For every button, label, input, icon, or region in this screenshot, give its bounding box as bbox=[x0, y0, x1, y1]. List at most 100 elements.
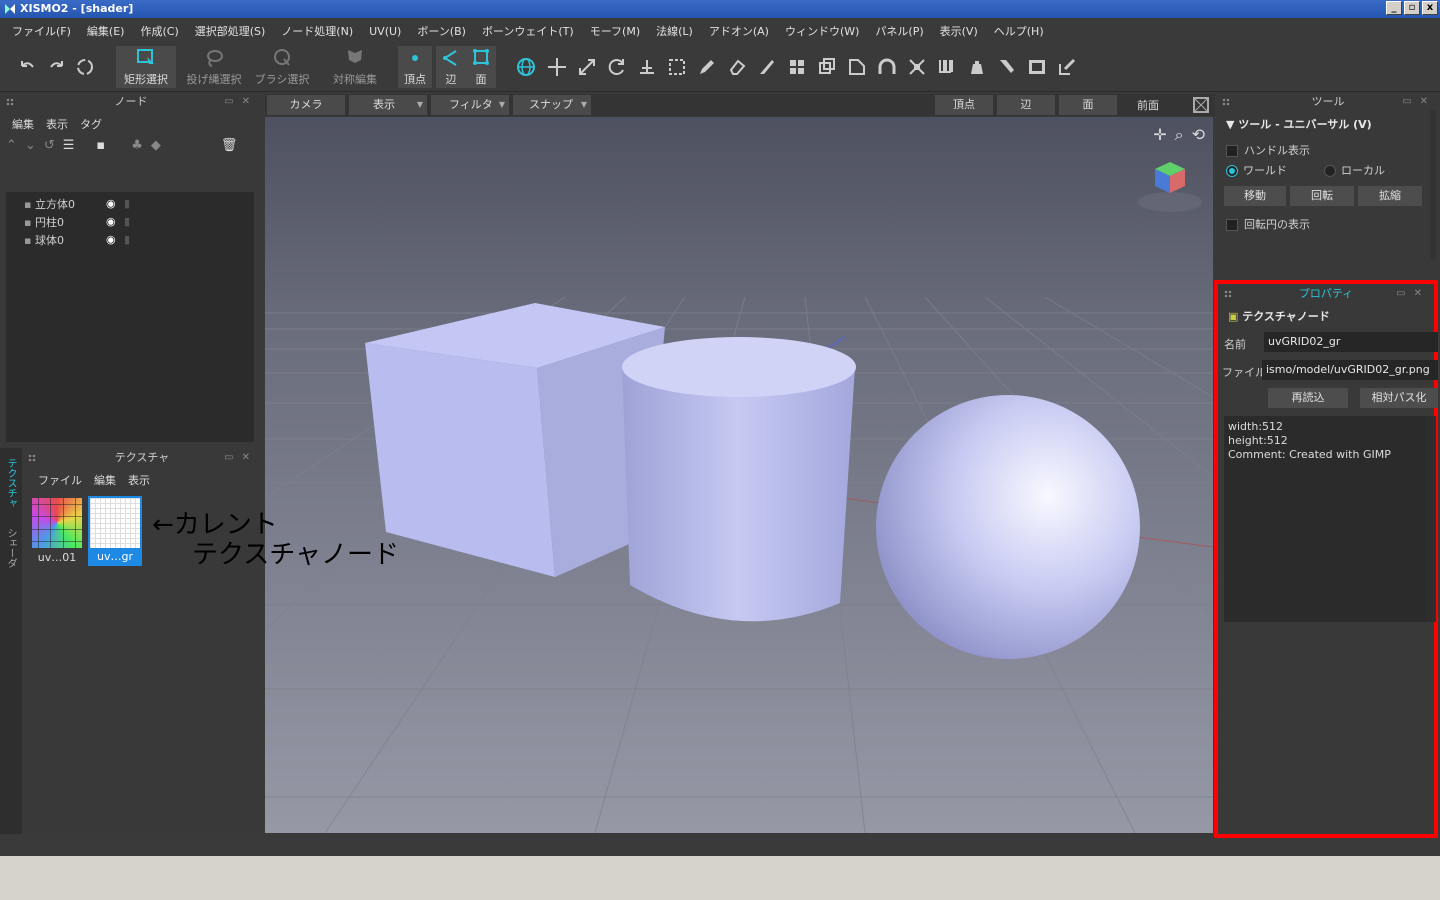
texture-menu-edit[interactable]: 編集 bbox=[88, 472, 122, 488]
redo-icon[interactable] bbox=[46, 56, 68, 78]
brush-select-button[interactable]: ブラシ選択 bbox=[252, 46, 312, 88]
lock-icon[interactable]: ▮ bbox=[124, 215, 130, 228]
arch-icon[interactable] bbox=[876, 56, 898, 78]
rotation-circle-checkbox[interactable]: 回転円の表示 bbox=[1226, 216, 1310, 232]
weight-icon[interactable] bbox=[966, 56, 988, 78]
menu-help[interactable]: ヘルプ(H) bbox=[986, 23, 1052, 39]
knife-icon[interactable] bbox=[756, 56, 778, 78]
menu-file[interactable]: ファイル(F) bbox=[4, 23, 79, 39]
menu-uv[interactable]: UV(U) bbox=[361, 25, 409, 38]
name-field[interactable]: uvGRID02_gr bbox=[1264, 332, 1438, 352]
texture-menu-view[interactable]: 表示 bbox=[122, 472, 156, 488]
view-cube-icon[interactable] bbox=[1191, 95, 1211, 115]
tool-section-header[interactable]: ▼ ツール - ユニバーサル (V) bbox=[1226, 116, 1372, 132]
close-button[interactable]: x bbox=[1422, 1, 1438, 15]
node-menu-tag[interactable]: タグ bbox=[74, 116, 108, 132]
lock-icon[interactable]: ▮ bbox=[124, 197, 130, 210]
menu-edit[interactable]: 編集(E) bbox=[79, 23, 133, 39]
panel-window-buttons[interactable]: ▭✕ bbox=[224, 448, 258, 468]
uv-icon[interactable] bbox=[936, 56, 958, 78]
panel-window-buttons[interactable]: ▭✕ bbox=[224, 92, 258, 112]
local-radio[interactable]: ローカル bbox=[1324, 162, 1385, 178]
reload-button[interactable]: 再読込 bbox=[1268, 388, 1348, 408]
group-icon[interactable]: ♣ bbox=[131, 138, 143, 156]
view-name[interactable]: 前面 bbox=[1137, 96, 1159, 116]
file-field[interactable]: ismo/model/uvGRID02_gr.png bbox=[1262, 360, 1438, 380]
film-icon[interactable] bbox=[1026, 56, 1048, 78]
node-item[interactable]: ▪ 円柱0 bbox=[24, 214, 64, 232]
undo-icon[interactable] bbox=[16, 56, 38, 78]
bevel-icon[interactable] bbox=[846, 56, 868, 78]
eraser-icon[interactable] bbox=[726, 56, 748, 78]
texture-thumb[interactable]: uv…01 bbox=[30, 498, 84, 568]
eye-icon[interactable]: ◉ bbox=[106, 197, 116, 210]
edge-mode-button[interactable]: 辺 bbox=[436, 46, 466, 88]
collapse-icon[interactable] bbox=[906, 56, 928, 78]
move-down-icon[interactable]: ⌄ bbox=[25, 138, 36, 156]
orientation-gizmo-icon[interactable] bbox=[1135, 157, 1205, 217]
merge-icon[interactable] bbox=[786, 56, 808, 78]
move-up-icon[interactable]: ⌃ bbox=[6, 138, 17, 156]
vp-edge-button[interactable]: 辺 bbox=[997, 95, 1055, 115]
tool-scrollbar[interactable] bbox=[1430, 110, 1436, 260]
menu-create[interactable]: 作成(C) bbox=[132, 23, 186, 39]
zoom-icon[interactable]: ⌕ bbox=[1175, 125, 1184, 145]
relative-path-button[interactable]: 相対パス化 bbox=[1360, 388, 1438, 408]
move-icon[interactable] bbox=[546, 56, 568, 78]
pencil-icon[interactable] bbox=[696, 56, 718, 78]
menu-window[interactable]: ウィンドウ(W) bbox=[777, 23, 867, 39]
scale-icon[interactable] bbox=[576, 56, 598, 78]
rect-select-button[interactable]: 矩形選択 bbox=[116, 46, 176, 88]
eye-icon[interactable]: ◉ bbox=[106, 215, 116, 228]
symmetry-edit-button[interactable]: 対称編集 bbox=[326, 46, 384, 88]
menu-bone[interactable]: ボーン(B) bbox=[409, 23, 474, 39]
marquee-icon[interactable] bbox=[666, 56, 688, 78]
vp-vertex-button[interactable]: 頂点 bbox=[935, 95, 993, 115]
menu-selection[interactable]: 選択部処理(S) bbox=[187, 23, 274, 39]
face-mode-button[interactable]: 面 bbox=[466, 46, 496, 88]
menu-addon[interactable]: アドオン(A) bbox=[701, 23, 777, 39]
list-icon[interactable]: ☰ bbox=[63, 138, 75, 156]
menu-panel[interactable]: パネル(P) bbox=[867, 23, 931, 39]
restore-button[interactable]: ▫ bbox=[1404, 1, 1420, 15]
camera-button[interactable]: カメラ bbox=[267, 95, 345, 115]
menu-node[interactable]: ノード処理(N) bbox=[273, 23, 361, 39]
menu-normal[interactable]: 法線(L) bbox=[648, 23, 701, 39]
texture-menu-file[interactable]: ファイル bbox=[32, 472, 88, 488]
node-item[interactable]: ▪ 立方体0 bbox=[24, 196, 75, 214]
tab-shader[interactable]: シェーダ bbox=[4, 528, 18, 568]
minimize-button[interactable]: _ bbox=[1386, 1, 1402, 15]
vp-face-button[interactable]: 面 bbox=[1059, 95, 1117, 115]
pan-icon[interactable]: ✛ bbox=[1153, 125, 1166, 145]
scale-button[interactable]: 拡縮 bbox=[1358, 186, 1422, 206]
orbit-icon[interactable]: ⟲ bbox=[1192, 125, 1205, 145]
panel-window-buttons[interactable]: ▭✕ bbox=[1402, 92, 1436, 112]
edit-box-icon[interactable] bbox=[1056, 56, 1078, 78]
globe-icon[interactable] bbox=[515, 56, 537, 78]
vertex-mode-button[interactable]: 頂点 bbox=[398, 46, 432, 88]
paint-brush-icon[interactable] bbox=[996, 56, 1018, 78]
lasso-select-button[interactable]: 投げ縄選択 bbox=[184, 46, 244, 88]
filter-dropdown[interactable]: フィルタ ▼ bbox=[431, 95, 509, 115]
pivot-icon[interactable] bbox=[636, 56, 658, 78]
menu-bone-weight[interactable]: ボーンウェイト(T) bbox=[474, 23, 582, 39]
info-scrollbar[interactable] bbox=[1426, 416, 1436, 622]
tab-texture[interactable]: テクスチャ bbox=[4, 458, 18, 514]
snap-dropdown[interactable]: スナップ ▼ bbox=[513, 95, 591, 115]
extrude-icon[interactable] bbox=[816, 56, 838, 78]
display-dropdown[interactable]: 表示 ▼ bbox=[349, 95, 427, 115]
menu-view[interactable]: 表示(V) bbox=[932, 23, 986, 39]
cube-icon[interactable]: ◆ bbox=[151, 138, 161, 156]
panel-window-buttons[interactable]: ▭✕ bbox=[1396, 284, 1430, 304]
node-menu-edit[interactable]: 編集 bbox=[6, 116, 40, 132]
grid-icon[interactable]: ▪ bbox=[96, 138, 105, 156]
recycle-icon[interactable] bbox=[74, 56, 96, 78]
reparent-icon[interactable]: ↺ bbox=[44, 138, 55, 156]
rotate-icon[interactable] bbox=[606, 56, 628, 78]
eye-icon[interactable]: ◉ bbox=[106, 233, 116, 246]
world-radio[interactable]: ワールド bbox=[1226, 162, 1287, 178]
menu-morph[interactable]: モーフ(M) bbox=[582, 23, 648, 39]
node-menu-view[interactable]: 表示 bbox=[40, 116, 74, 132]
texture-thumb-current[interactable]: uv…gr bbox=[88, 496, 142, 566]
3d-viewport[interactable]: ✛ ⌕ ⟲ bbox=[265, 117, 1213, 833]
